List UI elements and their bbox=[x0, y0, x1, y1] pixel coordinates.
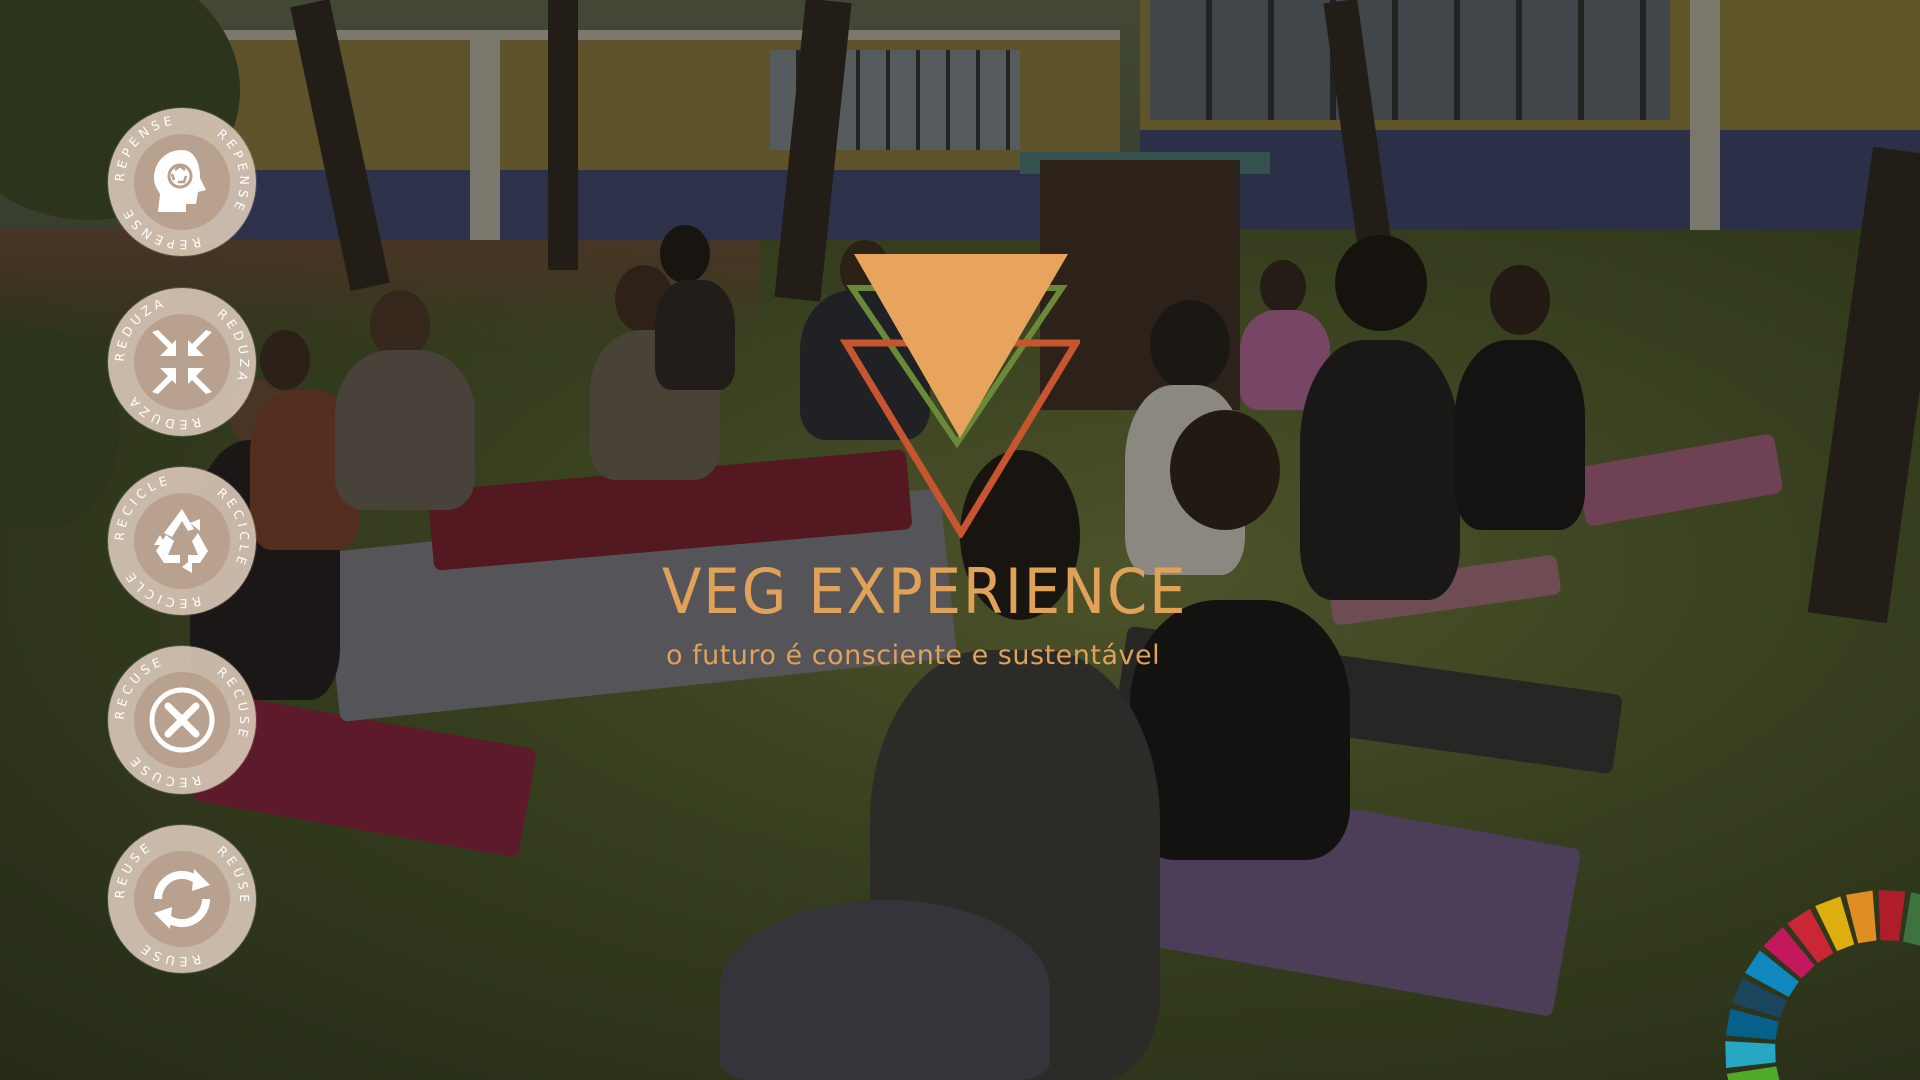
badge-recicle: RECICLE RECICLE RECICLE bbox=[108, 467, 256, 615]
brand-title: VEG EXPERIENCE bbox=[662, 555, 1188, 628]
sdg-wheel-segment bbox=[1878, 890, 1906, 941]
badge-repense: REPENSE REPENSE REPENSE bbox=[108, 108, 256, 256]
reuse-arrows-icon bbox=[153, 869, 211, 929]
badge-reuse: REUSE REUSE REUSE bbox=[108, 825, 256, 973]
background-photo bbox=[0, 0, 1920, 1080]
veg-experience-logo bbox=[840, 254, 1080, 538]
badge-recuse: RECUSE RECUSE RECUSE bbox=[108, 646, 256, 794]
sdg-color-wheel-icon bbox=[1725, 890, 1920, 1080]
sdg-wheel-segment bbox=[1726, 1066, 1780, 1080]
head-recycle-icon bbox=[154, 150, 206, 212]
x-circle-icon bbox=[149, 687, 215, 753]
sdg-wheel-segment bbox=[1902, 892, 1920, 946]
recycle-icon bbox=[154, 509, 208, 573]
sdg-wheel-segment bbox=[1725, 1041, 1776, 1069]
badge-reduza: REDUZA REDUZA REDUZA bbox=[108, 288, 256, 436]
compress-arrows-icon bbox=[152, 330, 212, 394]
brand-tagline: o futuro é consciente e sustentável bbox=[666, 640, 1161, 671]
